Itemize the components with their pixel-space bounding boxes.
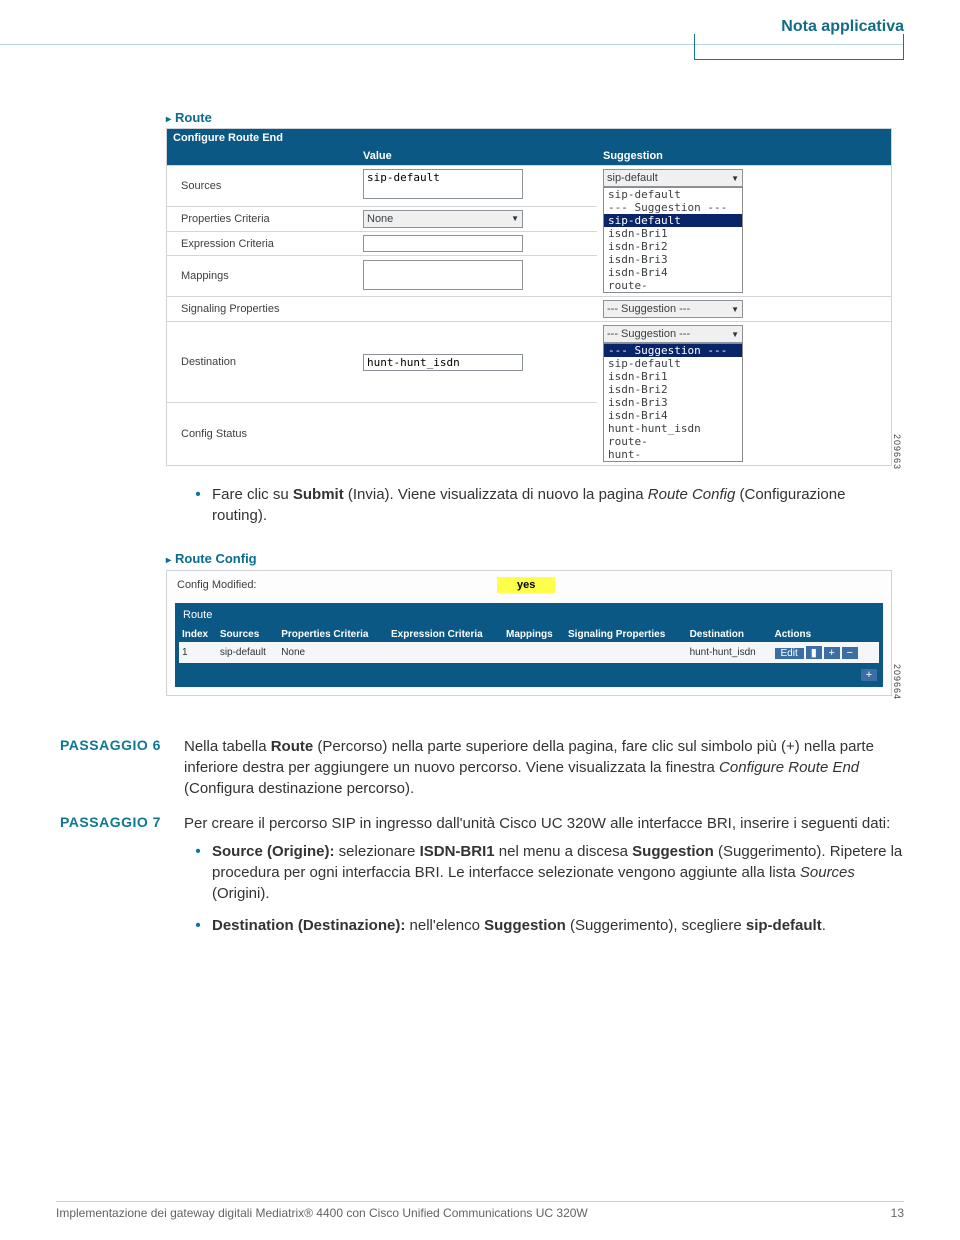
label-expression-criteria: Expression Criteria	[167, 231, 357, 255]
table-cell	[388, 642, 503, 663]
table-header: Properties Criteria	[278, 627, 388, 642]
figure-route-end: ▸Route Configure Route End Value Suggest…	[56, 110, 904, 466]
step-label: PASSAGGIO 7	[60, 813, 184, 945]
listbox-option[interactable]: --- Suggestion ---	[604, 201, 742, 214]
step-content: Per creare il percorso SIP in ingresso d…	[184, 813, 904, 945]
chevron-right-icon: ▸	[166, 114, 171, 125]
listbox-option[interactable]: sip-default	[604, 357, 742, 370]
chevron-right-icon: ▸	[166, 555, 171, 566]
bullet-icon: •	[184, 915, 212, 936]
config-modified-value: yes	[497, 577, 555, 593]
route-table: Route IndexSourcesProperties CriteriaExp…	[175, 603, 883, 687]
table-header: Destination	[687, 627, 772, 642]
label-mappings: Mappings	[167, 256, 357, 297]
step-label: PASSAGGIO 6	[60, 736, 184, 800]
chevron-down-icon: ▼	[731, 305, 739, 314]
listbox-option[interactable]: isdn-Bri1	[604, 370, 742, 383]
col-suggestion: Suggestion	[597, 147, 891, 166]
suggestion-select-sources[interactable]: sip-default▼	[603, 169, 743, 187]
listbox-option[interactable]: isdn-Bri2	[604, 383, 742, 396]
label-destination: Destination	[167, 322, 357, 403]
table-cell: hunt-hunt_isdn	[687, 642, 772, 663]
config-modified-label: Config Modified:	[177, 579, 377, 591]
chevron-down-icon: ▼	[511, 214, 519, 223]
listbox-option[interactable]: isdn-Bri3	[604, 396, 742, 409]
listbox-option[interactable]: isdn-Bri4	[604, 409, 742, 422]
table-cell: sip-default	[217, 642, 278, 663]
label-sources: Sources	[167, 166, 357, 207]
table-header: Expression Criteria	[388, 627, 503, 642]
listbox-option[interactable]: sip-default	[604, 214, 742, 227]
label-config-status: Config Status	[167, 403, 357, 465]
step-7: PASSAGGIO 7 Per creare il percorso SIP i…	[60, 813, 904, 945]
add-row-button[interactable]: +	[861, 669, 877, 681]
figure-number: 209663	[892, 434, 902, 470]
actions-cell: Edit▮+−	[772, 642, 879, 663]
route-heading: ▸Route	[166, 110, 892, 125]
listbox-option[interactable]: isdn-Bri3	[604, 253, 742, 266]
suggestion-listbox-destination[interactable]: --- Suggestion ---sip-defaultisdn-Bri1is…	[603, 343, 743, 462]
suggestion-select-sigprop[interactable]: --- Suggestion ---▼	[603, 300, 743, 318]
chevron-down-icon: ▼	[731, 330, 739, 339]
figure-number: 209664	[892, 664, 902, 700]
bullet-icon: •	[184, 484, 212, 527]
listbox-option[interactable]: isdn-Bri1	[604, 227, 742, 240]
listbox-option[interactable]: hunt-hunt_isdn	[604, 422, 742, 435]
step-6: PASSAGGIO 6 Nella tabella Route (Percors…	[60, 736, 904, 800]
move-button[interactable]: ▮	[806, 646, 822, 659]
listbox-option[interactable]: isdn-Bri2	[604, 240, 742, 253]
page-footer: Implementazione dei gateway digitali Med…	[56, 1201, 904, 1220]
submit-instruction: Fare clic su Submit (Invia). Viene visua…	[212, 484, 904, 527]
listbox-option[interactable]: --- Suggestion ---	[604, 344, 742, 357]
chevron-down-icon: ▼	[731, 174, 739, 183]
section-title: Configure Route End	[167, 129, 891, 147]
listbox-option[interactable]: sip-default	[604, 188, 742, 201]
table-cell	[565, 642, 687, 663]
sources-input[interactable]: sip-default	[363, 169, 523, 199]
suggestion-select-destination[interactable]: --- Suggestion ---▼	[603, 325, 743, 343]
properties-criteria-select[interactable]: None▼	[363, 210, 523, 228]
table-header: Sources	[217, 627, 278, 642]
listbox-option[interactable]: route-	[604, 279, 742, 292]
table-cell: 1	[179, 642, 217, 663]
table-cell: None	[278, 642, 388, 663]
table-cell	[503, 642, 565, 663]
mappings-input[interactable]	[363, 260, 523, 290]
footer-text: Implementazione dei gateway digitali Med…	[56, 1206, 588, 1220]
col-value: Value	[357, 147, 597, 166]
bullet-icon: •	[184, 841, 212, 905]
listbox-option[interactable]: hunt-	[604, 448, 742, 461]
table-header: Mappings	[503, 627, 565, 642]
label-properties-criteria: Properties Criteria	[167, 206, 357, 231]
step-content: Nella tabella Route (Percorso) nella par…	[184, 736, 904, 800]
page-number: 13	[891, 1206, 904, 1220]
expression-criteria-input[interactable]	[363, 235, 523, 252]
label-signaling-properties: Signaling Properties	[167, 297, 357, 322]
table-header: Actions	[772, 627, 879, 642]
table-header: Index	[179, 627, 217, 642]
destination-input[interactable]	[363, 354, 523, 371]
listbox-option[interactable]: isdn-Bri4	[604, 266, 742, 279]
listbox-option[interactable]: route-	[604, 435, 742, 448]
remove-button[interactable]: −	[842, 647, 858, 659]
table-header: Signaling Properties	[565, 627, 687, 642]
add-button[interactable]: +	[824, 647, 840, 659]
suggestion-listbox-sources[interactable]: sip-default--- Suggestion ---sip-default…	[603, 187, 743, 293]
header-accent-box	[694, 34, 904, 60]
edit-button[interactable]: Edit	[775, 648, 804, 659]
route-config-heading: ▸Route Config	[166, 551, 892, 566]
